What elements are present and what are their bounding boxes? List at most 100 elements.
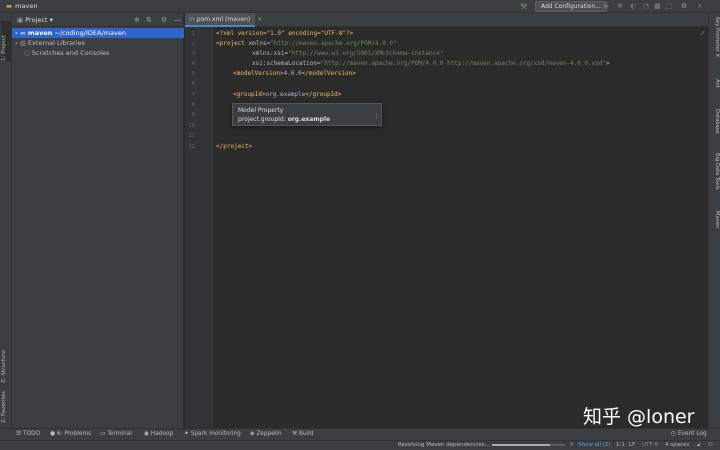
bottom-tool-bar: ☰ TODO ● 6: Problems ▭ Terminal ◉ Hadoop… <box>0 428 720 440</box>
code-line: <modelVersion>4.0.0</modelVersion> <box>233 70 356 77</box>
chevron-right-icon: › <box>15 39 18 47</box>
maven-tool-tab[interactable]: Maven <box>710 211 720 228</box>
right-tool-strip: Key Promoter X Ant Database Big Data Too… <box>708 13 720 428</box>
problems-tool-tab[interactable]: ● 6: Problems <box>50 431 91 437</box>
tree-item-maven[interactable]: › ▬ maven ~/coding/IDEA/maven <box>12 28 184 38</box>
tree-item-external-libraries[interactable]: › ▥ External Libraries <box>12 38 184 48</box>
watermark: 知乎 @loner <box>583 406 695 428</box>
spark-monitoring-tool-tab[interactable]: ✦ Spark monitoring <box>184 431 241 437</box>
line-number: 11 <box>188 133 195 139</box>
run-icon[interactable]: ▶ <box>604 2 609 10</box>
project-icon: ▣ <box>17 16 24 24</box>
line-number: 4 <box>191 61 195 67</box>
hadoop-icon: ◉ <box>144 431 150 437</box>
status-bar: Resolving Maven dependencies... Show all… <box>0 440 720 450</box>
project-panel: ▣ Project ▾ ⊕ ⇅ ⚙ — › ▬ maven ~/coding/I… <box>12 13 184 428</box>
title-bar: ▬ maven ⚒ Add Configuration... ▶ ✱ ◐ ◔ ■… <box>0 0 720 13</box>
code-editor[interactable]: <?xml version="1.0" encoding="UTF-8"?> <… <box>213 27 708 428</box>
profile-icon[interactable]: ◔ <box>643 2 649 10</box>
cancel-process-icon[interactable]: × <box>569 441 574 448</box>
stop-icon[interactable]: ■ <box>654 2 661 10</box>
close-icon[interactable]: × <box>257 16 262 23</box>
spark-icon: ✦ <box>184 431 189 437</box>
chevron-right-icon: › <box>15 29 18 37</box>
line-number: 7 <box>191 92 195 98</box>
progress-bar <box>492 444 565 446</box>
lock-icon[interactable]: 🔓︎ <box>697 442 701 449</box>
event-log-tool-tab[interactable]: ◷ Event Log <box>671 431 707 437</box>
window-title: ▬ maven <box>6 2 38 10</box>
terminal-tool-tab[interactable]: ▭ Terminal <box>100 431 132 437</box>
gear-icon[interactable]: ⚙ <box>161 16 167 24</box>
search-icon[interactable]: ⌕ <box>698 2 702 11</box>
ant-tool-tab[interactable]: Ant <box>710 79 720 88</box>
maven-file-icon: m <box>189 16 195 23</box>
code-line: <groupId>org.example</groupId> <box>233 91 342 98</box>
line-number: 1 <box>191 31 195 37</box>
no-problems-check-icon[interactable]: ✓ <box>700 29 706 37</box>
line-number: 6 <box>191 81 195 87</box>
list-icon: ☰ <box>16 431 22 437</box>
zeppelin-icon: ◈ <box>250 431 255 437</box>
hide-icon[interactable]: — <box>174 16 181 24</box>
project-panel-header: ▣ Project ▾ ⊕ ⇅ ⚙ — <box>12 13 184 27</box>
line-number-gutter: 1 2 3 4 5 6 7 8 9 10 11 12 <box>185 27 213 428</box>
more-options-icon[interactable]: ⋮ <box>373 112 380 120</box>
file-encoding[interactable]: UTF-8 <box>642 442 658 448</box>
terminal-icon: ▭ <box>100 431 106 437</box>
coverage-icon[interactable]: ◐ <box>630 2 636 10</box>
scratches-icon: ◌ <box>24 49 30 57</box>
editor-tab-bar: m pom.xml (maven) × <box>185 13 708 27</box>
line-number: 3 <box>191 51 195 57</box>
project-view-dropdown[interactable]: ▣ Project ▾ <box>17 16 53 24</box>
line-number: 8 <box>191 102 195 108</box>
structure-tool-tab[interactable]: Z: Structure <box>1 343 11 383</box>
left-tool-strip: 1: Project Z: Structure 2: Favorites <box>0 13 12 428</box>
event-log-icon: ◷ <box>671 431 677 437</box>
add-configuration-button[interactable]: Add Configuration... <box>535 1 607 12</box>
todo-tool-tab[interactable]: ☰ TODO <box>16 431 40 437</box>
favorites-tool-tab[interactable]: 2: Favorites <box>1 383 11 423</box>
line-number: 10 <box>188 123 195 129</box>
git-icon[interactable]: ⚇ <box>708 442 713 448</box>
key-promoter-tool-tab[interactable]: Key Promoter X <box>710 17 720 57</box>
code-line: xmlns:xsi="http://www.w3.org/2001/XMLSch… <box>252 50 444 57</box>
popup-title: Model Property <box>238 107 284 114</box>
line-number: 12 <box>188 144 195 150</box>
collapse-all-icon[interactable]: ⇅ <box>146 16 152 24</box>
vcs-icon[interactable]: ⬚ <box>666 2 673 10</box>
line-number: 9 <box>191 112 195 118</box>
locate-icon[interactable]: ⊕ <box>134 16 140 24</box>
indent-setting[interactable]: 4 spaces <box>665 442 689 448</box>
tree-item-scratches[interactable]: ◌ Scratches and Consoles <box>12 48 184 58</box>
code-line: xsi:schemaLocation="http://maven.apache.… <box>252 60 610 67</box>
problems-icon: ● <box>50 431 56 437</box>
project-tool-tab[interactable]: 1: Project <box>1 21 11 61</box>
line-number: 5 <box>191 71 195 77</box>
code-line: <?xml version="1.0" encoding="UTF-8"?> <box>216 30 354 37</box>
build-icon: ⚒ <box>292 431 298 437</box>
hadoop-tool-tab[interactable]: ◉ Hadoop <box>144 431 173 437</box>
code-line: </project> <box>216 143 253 150</box>
editor-tab-pom[interactable]: m pom.xml (maven) × <box>185 13 262 27</box>
code-line: <project xmlns="http://maven.apache.org/… <box>216 40 397 47</box>
zeppelin-tool-tab[interactable]: ◈ Zeppelin <box>250 431 282 437</box>
library-icon: ▥ <box>19 39 26 47</box>
folder-icon: ▬ <box>19 29 26 37</box>
line-separator[interactable]: LF <box>629 442 635 448</box>
debug-icon[interactable]: ✱ <box>617 2 623 10</box>
popup-property: project.groupId: org.example <box>238 116 331 123</box>
status-message: Resolving Maven dependencies... <box>398 442 490 448</box>
folder-icon: ▬ <box>6 2 13 10</box>
settings-icon[interactable]: ⚙ <box>681 2 687 10</box>
caret-position[interactable]: 1:1 <box>616 442 625 448</box>
build-tool-tab[interactable]: ⚒ Build <box>292 431 314 437</box>
line-number: 2 <box>191 41 195 47</box>
build-hammer-icon[interactable]: ⚒ <box>520 2 527 11</box>
progress-fill <box>492 444 551 446</box>
chevron-down-icon: ▾ <box>49 16 53 24</box>
show-all-link[interactable]: Show all (2) <box>578 442 611 448</box>
big-data-tools-tool-tab[interactable]: Big Data Tools <box>710 153 720 190</box>
model-property-popup: Model Property project.groupId: org.exam… <box>232 103 382 126</box>
database-tool-tab[interactable]: Database <box>710 109 720 134</box>
